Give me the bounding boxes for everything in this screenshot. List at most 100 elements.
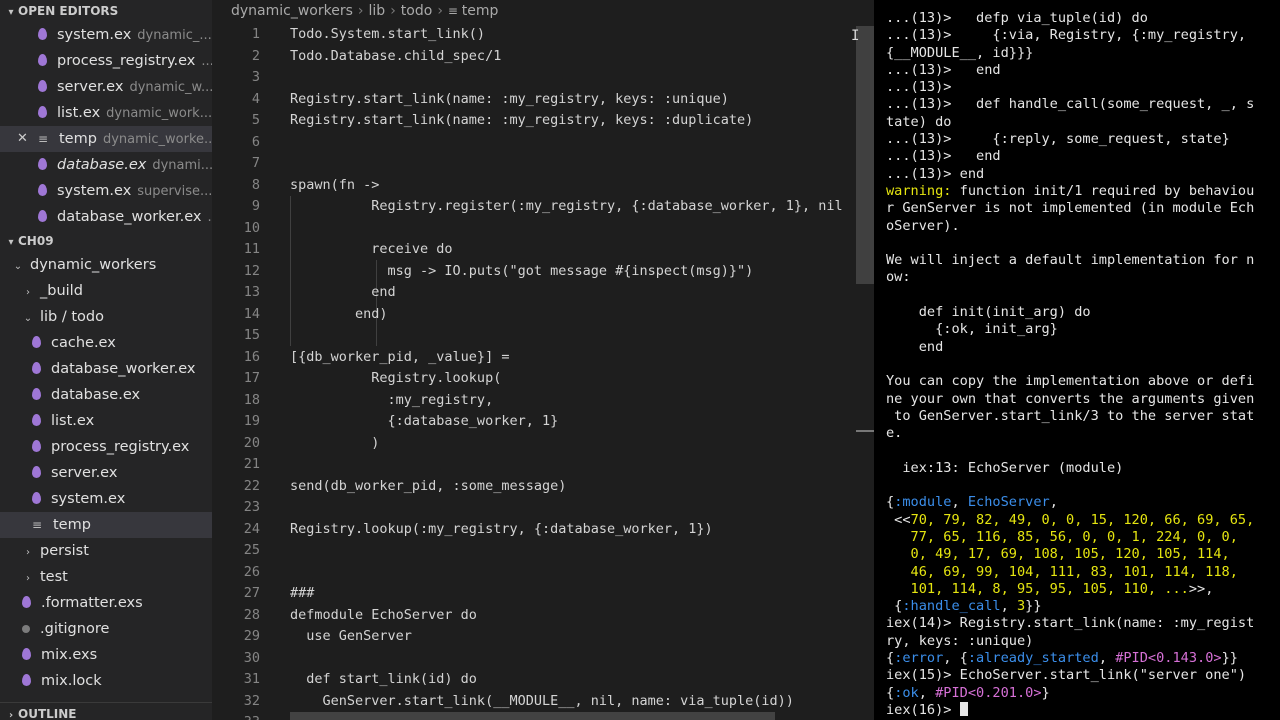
tree-item[interactable]: › test: [0, 564, 212, 590]
terminal-line: {:handle_call, 3}}: [886, 598, 1276, 615]
elixir-file-icon: [38, 106, 47, 118]
open-editor-item[interactable]: process_registry.ex...: [0, 48, 212, 74]
terminal-text: ,: [1098, 649, 1116, 666]
breadcrumb-item[interactable]: lib: [369, 3, 386, 19]
line-number: 18: [243, 391, 260, 408]
tree-item[interactable]: server.ex: [0, 460, 212, 486]
outline-header[interactable]: › OUTLINE: [0, 702, 212, 720]
line-number: 1: [251, 26, 260, 42]
iex-terminal[interactable]: ...(13)> defp via_tuple(id) do ...(13)> {…: [874, 0, 1280, 720]
chevron-down-icon: ⌄: [23, 313, 33, 324]
terminal-text: ,: [1000, 598, 1017, 615]
terminal-cursor: [959, 701, 968, 716]
code-line: 29 use GenServer: [212, 626, 874, 648]
tree-item[interactable]: mix.exs: [0, 642, 212, 668]
code-line: 9 Registry.register(:my_registry, {:data…: [212, 196, 874, 218]
tree-item[interactable]: › persist: [0, 538, 212, 564]
line-number: 5: [251, 112, 260, 128]
code-line: 27 ###: [212, 583, 874, 605]
tree-item-label: .gitignore: [40, 621, 110, 637]
open-editor-item[interactable]: list.ex dynamic_work...: [0, 100, 212, 126]
breadcrumb-item[interactable]: temp: [462, 3, 499, 19]
code-line: 23: [212, 497, 874, 519]
tree-item[interactable]: ⌄ lib / todo: [0, 304, 212, 330]
gitignore-file-icon: [22, 625, 30, 633]
line-number: 14: [243, 305, 260, 322]
open-editor-path: dynami...: [152, 158, 212, 173]
tree-item[interactable]: ≡ temp: [0, 512, 212, 538]
terminal-text: {: [886, 684, 895, 701]
line-number: 13: [243, 284, 260, 300]
code-line: 24 Registry.lookup(:my_registry, {:databa…: [212, 519, 874, 541]
close-icon[interactable]: ✕: [17, 126, 28, 152]
open-editor-item[interactable]: server.ex dynamic_w...: [0, 74, 212, 100]
tree-item-label: process_registry.ex: [51, 439, 190, 455]
terminal-line: {:ok, #PID<0.201.0>}: [886, 685, 1276, 702]
open-editor-item[interactable]: ✕ ≡ temp dynamic_worke...: [0, 126, 212, 152]
line-text: ###: [290, 585, 315, 601]
tree-item[interactable]: list.ex: [0, 408, 212, 434]
open-editors-header[interactable]: ▾ OPEN EDITORS: [0, 0, 212, 22]
line-number: 3: [251, 69, 260, 85]
chevron-down-icon: ▾: [8, 237, 14, 248]
open-editors-list: system.ex dynamic_... process_registry.ex.…: [0, 22, 212, 230]
terminal-text: 3: [1016, 598, 1026, 615]
editor-scrollbar[interactable]: [856, 26, 874, 284]
terminal-text: iex:13: EchoServer (module): [886, 459, 1124, 476]
open-editor-item[interactable]: database.ex dynami...: [0, 152, 212, 178]
line-number: 12: [243, 262, 260, 279]
line-number: 26: [243, 563, 260, 580]
breadcrumb-item[interactable]: dynamic_workers: [231, 3, 353, 19]
tree-item[interactable]: .gitignore: [0, 616, 212, 642]
code-line: 13 end: [212, 282, 874, 304]
line-number: 8: [251, 176, 260, 193]
open-editor-path: dynamic_work...: [106, 106, 212, 121]
terminal-line: 0, 49, 17, 69, 108, 105, 120, 105, 114,: [886, 546, 1276, 563]
tree-item[interactable]: system.ex: [0, 486, 212, 512]
terminal-line: 77, 65, 116, 85, 56, 0, 0, 1, 224, 0, 0,: [886, 529, 1276, 546]
tree-item[interactable]: .formatter.exs: [0, 590, 212, 616]
tree-item[interactable]: ⌄ dynamic_workers: [0, 252, 212, 278]
line-text: Todo.Database.child_spec/1: [290, 47, 502, 64]
text-file-icon: ≡: [447, 4, 462, 18]
tree-item-label: .formatter.exs: [41, 595, 143, 611]
terminal-line: iex(14)> Registry.start_link(name: :my_r…: [886, 615, 1276, 632]
code-line: 12 msg -> IO.puts("got message #{inspect…: [212, 261, 874, 283]
line-text: use GenServer: [290, 628, 412, 644]
tree-item[interactable]: process_registry.ex: [0, 434, 212, 460]
terminal-text: 0, 49, 17, 69, 108, 105, 120, 105, 114,: [886, 546, 1230, 563]
open-editor-item[interactable]: system.ex supervise...: [0, 178, 212, 204]
tree-item[interactable]: mix.lock: [0, 668, 212, 694]
terminal-line: to GenServer.start_link/3 to the server …: [886, 408, 1276, 425]
tree-item[interactable]: database.ex: [0, 382, 212, 408]
project-header[interactable]: ▾ CH09: [0, 230, 212, 252]
open-editor-name: process_registry.ex: [57, 53, 196, 69]
elixir-file-icon: [22, 596, 31, 608]
open-editor-item[interactable]: database_worker.ex...: [0, 204, 212, 230]
tree-item[interactable]: database_worker.ex: [0, 356, 212, 382]
line-number: 17: [243, 370, 260, 386]
tree-item-label: temp: [53, 517, 91, 533]
terminal-line: {:ok, init_arg}: [886, 321, 1276, 338]
terminal-text: r GenServer is not implemented (in modul…: [886, 200, 1255, 217]
tree-item[interactable]: › _build: [0, 278, 212, 304]
terminal-line: ...(13)> defp via_tuple(id) do: [886, 10, 1276, 27]
code-line: 18 :my_registry,: [212, 390, 874, 412]
tree-item-label: lib / todo: [40, 309, 104, 325]
terminal-line: def init(init_arg) do: [886, 304, 1276, 321]
tree-item[interactable]: cache.ex: [0, 330, 212, 356]
code-line: 10: [212, 218, 874, 240]
code-line: 32 GenServer.start_link(__MODULE__, nil,…: [212, 691, 874, 713]
code-line: 6: [212, 132, 874, 154]
open-editor-item[interactable]: system.ex dynamic_...: [0, 22, 212, 48]
line-number: 19: [243, 413, 260, 429]
editor-horizontal-scrollbar[interactable]: [290, 712, 775, 720]
chevron-right-icon: ›: [26, 287, 30, 298]
line-text: Registry.lookup(:my_registry, {:database…: [290, 520, 713, 537]
code-lines[interactable]: 1 Todo.System.start_link() 2 Todo.Database.…: [212, 24, 874, 720]
breadcrumb-item[interactable]: todo: [401, 3, 433, 19]
code-editor[interactable]: dynamic_workers › lib › todo › ≡ temp 1 Todo.Sy…: [212, 0, 874, 720]
tree-item-label: database_worker.ex: [51, 361, 196, 377]
terminal-text: warning:: [886, 182, 952, 199]
